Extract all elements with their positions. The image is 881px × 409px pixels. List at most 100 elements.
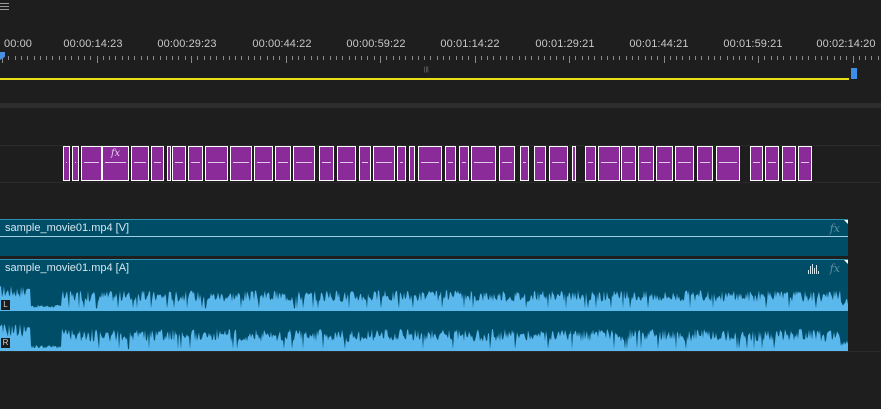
- ruler-tick: [720, 56, 722, 60]
- waveform-shape: [0, 323, 848, 352]
- ruler-tick: [751, 56, 753, 60]
- adjustment-clip[interactable]: [205, 146, 228, 181]
- ruler-tick: [732, 56, 734, 60]
- adjustment-clip[interactable]: [675, 146, 694, 181]
- adjustment-clip[interactable]: [167, 146, 171, 181]
- ruler-tick: [455, 56, 457, 60]
- ruler-tick: [619, 56, 621, 60]
- ruler-tick: [783, 56, 785, 60]
- ruler-tick: [606, 56, 608, 60]
- ruler-tick: [134, 56, 136, 60]
- adjustment-clip[interactable]: [750, 146, 763, 181]
- ruler-tick: [436, 56, 438, 60]
- adjustment-clip[interactable]: [520, 146, 529, 181]
- adjustment-clip[interactable]: [499, 146, 515, 181]
- video-clip[interactable]: sample_movie01.mp4 [V] fx: [0, 219, 848, 256]
- adjustment-clip[interactable]: [409, 146, 415, 181]
- adjustment-clip[interactable]: [397, 146, 406, 181]
- adjustment-clip[interactable]: [798, 146, 812, 181]
- adjustment-clip[interactable]: [585, 146, 596, 181]
- ruler-tick: [279, 56, 281, 60]
- timecode-label: 00:00:29:23: [157, 38, 217, 50]
- ruler-tick: [808, 56, 810, 60]
- ruler-tick: [688, 56, 690, 60]
- adjustment-clip[interactable]: [765, 146, 779, 181]
- ruler-tick: [27, 56, 29, 60]
- ruler-tick: [310, 56, 312, 60]
- ruler-tick: [650, 56, 652, 60]
- ruler-tick: [543, 56, 545, 60]
- adjustment-clip[interactable]: [81, 146, 102, 181]
- ruler-tick: [833, 56, 835, 60]
- adjustment-clip[interactable]: [188, 146, 203, 181]
- adjustment-clip[interactable]: [151, 146, 164, 181]
- work-area-grip-icon[interactable]: |||: [424, 67, 430, 73]
- adjustment-clip[interactable]: [337, 146, 356, 181]
- clip-end-corner-icon: [844, 220, 848, 224]
- ruler-tick: [443, 56, 444, 60]
- adjustment-clip[interactable]: [572, 146, 576, 181]
- adjustment-clip[interactable]: [716, 146, 740, 181]
- waveform-left: [0, 285, 848, 311]
- work-area-bar[interactable]: [0, 78, 849, 80]
- adjustment-clip[interactable]: [131, 146, 149, 181]
- ruler-tick: [701, 56, 703, 60]
- ruler-tick: [613, 56, 615, 60]
- work-area-end-handle[interactable]: [851, 68, 857, 79]
- adjustment-clip[interactable]: [63, 146, 70, 181]
- ruler-tick: [222, 56, 224, 60]
- ruler-tick: [852, 56, 854, 63]
- timecode-label: 00:00:59:22: [346, 38, 406, 50]
- adjustment-clip[interactable]: [418, 146, 442, 181]
- adjustment-clip[interactable]: [549, 146, 568, 181]
- ruler-tick: [71, 56, 73, 60]
- adjustment-clip[interactable]: [172, 146, 186, 181]
- ruler-tick: [39, 56, 41, 60]
- waveform-base: [0, 309, 848, 311]
- ruler-tick: [682, 56, 684, 60]
- adjustment-clip[interactable]: [782, 146, 796, 181]
- ruler-tick: [348, 56, 350, 60]
- ruler-tick: [96, 56, 98, 63]
- adjustment-clip[interactable]: [656, 146, 673, 181]
- adjustment-clip[interactable]: [359, 146, 371, 181]
- adjustment-clip[interactable]: fx: [102, 146, 129, 181]
- adjustment-clip[interactable]: [230, 146, 252, 181]
- adjustment-clip[interactable]: [638, 146, 654, 181]
- ruler-tick: [342, 56, 344, 60]
- audio-clip[interactable]: sample_movie01.mp4 [A] fx L R: [0, 259, 848, 352]
- ruler-tick: [65, 56, 66, 60]
- adjustment-clip[interactable]: [697, 146, 713, 181]
- adjustment-clip[interactable]: [471, 146, 496, 181]
- adjustment-clip[interactable]: [319, 146, 334, 181]
- ruler-tick: [146, 56, 148, 60]
- ruler-tick: [827, 56, 829, 60]
- adjustment-clip[interactable]: [373, 146, 395, 181]
- timecode-label: 00:00: [3, 38, 33, 50]
- adjustment-clip[interactable]: [275, 146, 291, 181]
- adjustment-clip[interactable]: [72, 146, 79, 181]
- ruler-tick: [802, 56, 804, 60]
- adjustment-clip[interactable]: [598, 146, 620, 181]
- ruler-tick: [8, 56, 10, 60]
- ruler-tick: [430, 56, 432, 60]
- adjustment-clip[interactable]: [534, 146, 546, 181]
- ruler-tick: [191, 56, 192, 63]
- adjustment-clip[interactable]: [254, 146, 273, 181]
- ruler-tick: [550, 56, 552, 60]
- timecode-label: 00:01:29:21: [535, 38, 595, 50]
- adjustment-clip[interactable]: [293, 146, 315, 181]
- adjustment-clip[interactable]: [445, 146, 456, 181]
- ruler-tick: [405, 56, 407, 60]
- timecode-label: 00:00:44:22: [252, 38, 312, 50]
- ruler-tick: [776, 56, 778, 60]
- ruler-tick: [669, 56, 671, 60]
- ruler-tick: [871, 56, 873, 60]
- adjustment-clip[interactable]: [621, 146, 636, 181]
- waveform-right: [0, 323, 848, 352]
- right-channel-waveform: R: [0, 323, 848, 352]
- ruler-tick: [644, 56, 646, 60]
- left-channel-label: L: [1, 300, 10, 310]
- time-ruler[interactable]: 00:00 00:00:14:23 00:00:29:23 00:00:44:2…: [0, 0, 881, 84]
- adjustment-clip[interactable]: [459, 146, 469, 181]
